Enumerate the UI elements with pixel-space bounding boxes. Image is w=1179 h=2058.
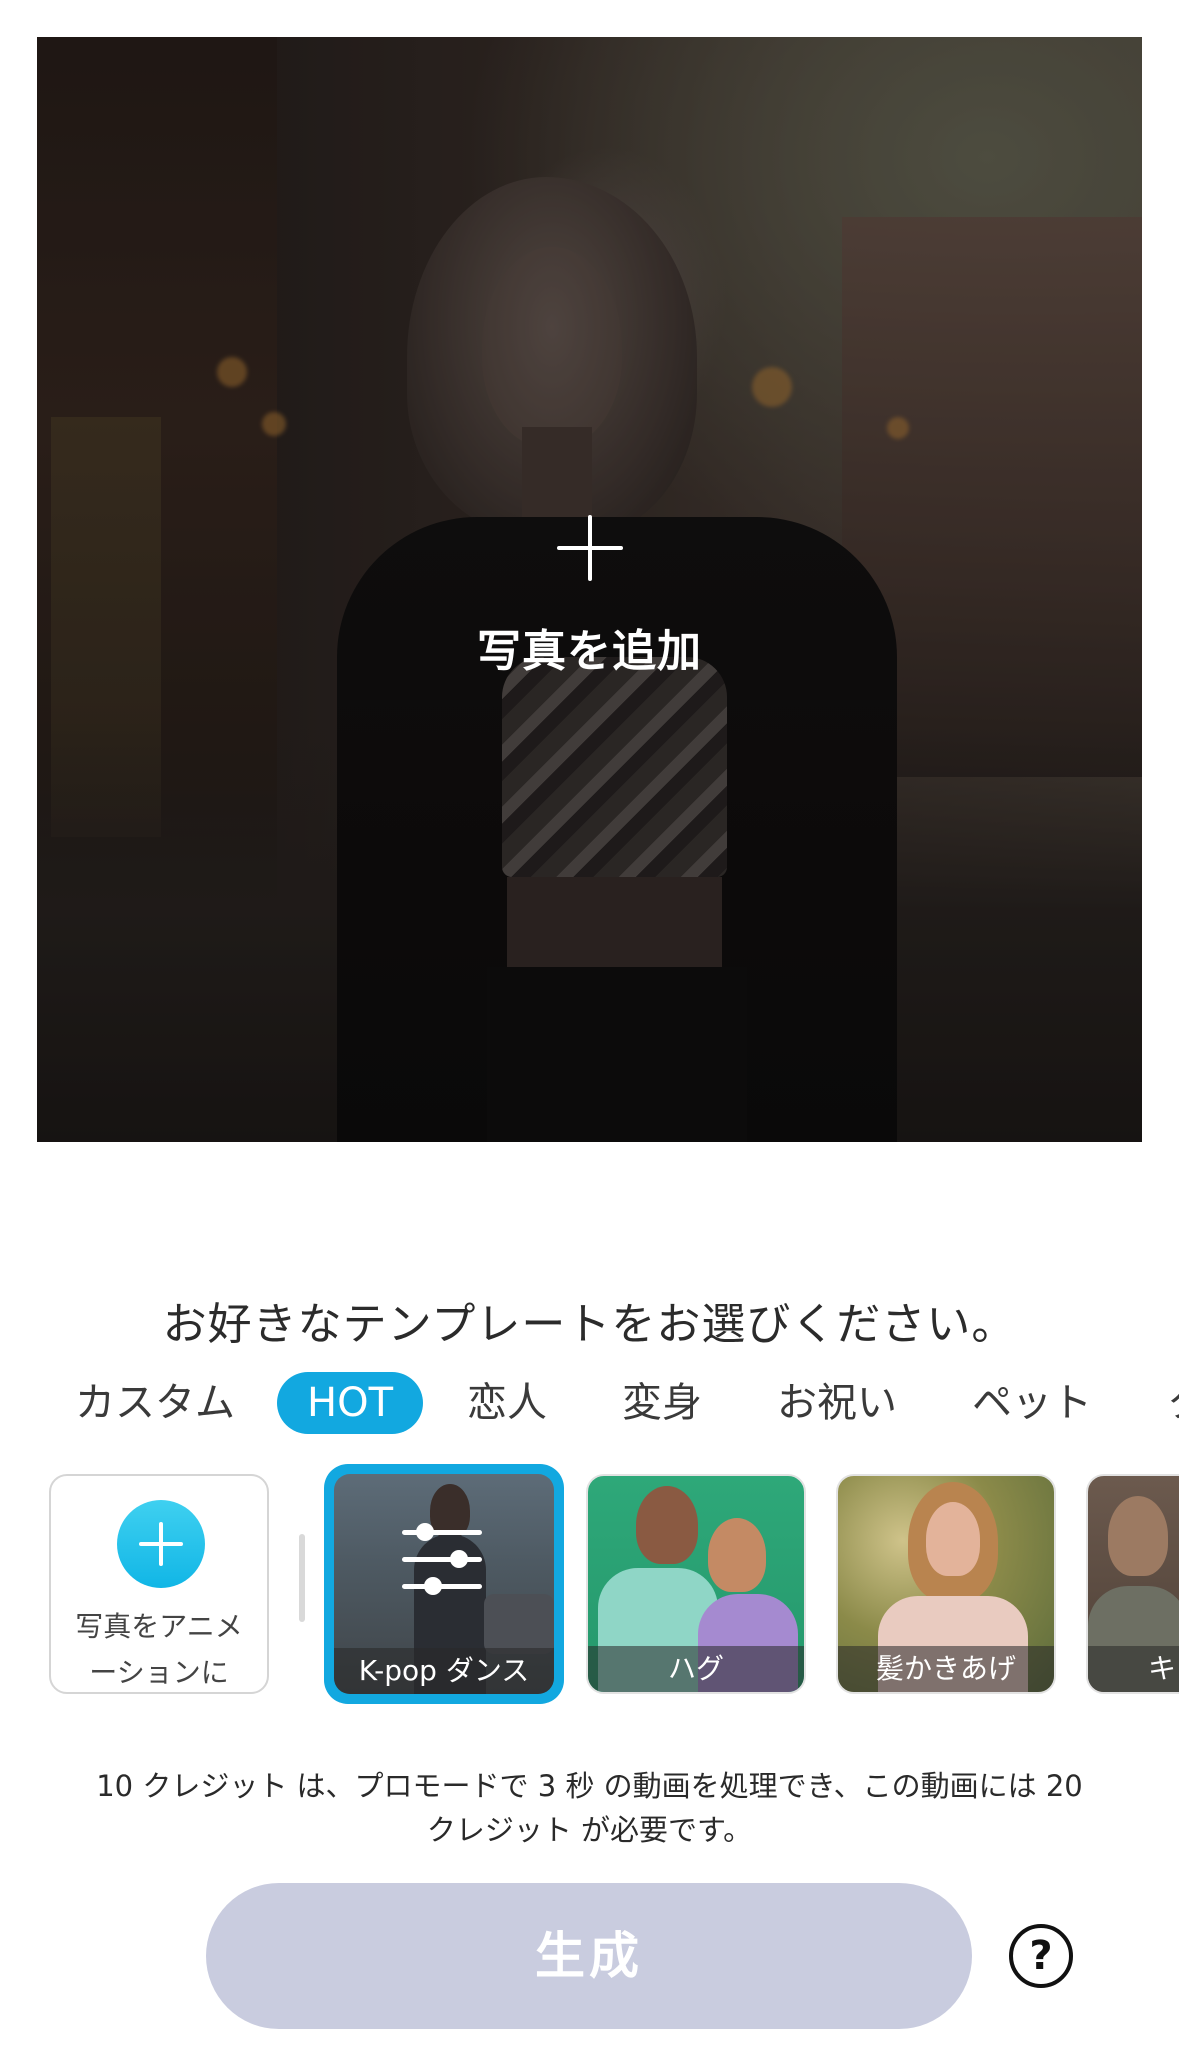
tab-pets[interactable]: ペット [972,1372,1092,1434]
thumbnail-car [484,1594,554,1654]
animate-photo-card[interactable]: 写真をアニメ ーションに [49,1474,269,1694]
template-label: ハグ [588,1646,804,1692]
tab-custom[interactable]: カスタム [75,1372,235,1434]
template-thumbnail: K-pop ダンス [334,1474,554,1694]
adjust-sliders-icon [402,1520,482,1600]
tab-hot[interactable]: HOT [277,1372,423,1434]
generate-button[interactable]: 生成 [206,1883,972,2029]
template-label: キ [1088,1646,1179,1692]
tab-celebration[interactable]: お祝い [777,1372,897,1434]
template-label: K-pop ダンス [334,1648,554,1694]
help-icon[interactable]: ? [1009,1924,1073,1988]
tab-more[interactable]: ク [1167,1372,1179,1434]
template-partial[interactable]: キ [1086,1474,1179,1694]
photo-upload-area[interactable]: 写真を追加 [37,37,1142,1142]
template-strip: 写真をアニメ ーションに K-pop ダンス ハグ 髪かきあげ キ [0,1462,1179,1712]
template-hug[interactable]: ハグ [586,1474,806,1694]
thumbnail-face [926,1502,980,1576]
category-tabs: カスタム HOT 恋人 変身 お祝い ペット ク [0,1372,1179,1442]
app-screen: 写真を追加 お好きなテンプレートをお選びください。 カスタム HOT 恋人 変身… [0,0,1179,2058]
template-prompt: お好きなテンプレートをお選びください。 [162,1299,1017,1350]
tab-lovers[interactable]: 恋人 [467,1372,547,1434]
credit-info: 10 クレジット は、プロモードで 3 秒 の動画を処理でき、この動画には 20… [96,1769,1083,1847]
add-photo-button[interactable]: 写真を追加 [37,515,1142,679]
add-photo-label: 写真を追加 [477,626,702,677]
template-label: 髪かきあげ [838,1646,1054,1692]
thumbnail-person [636,1486,698,1564]
add-circle-icon [117,1500,205,1588]
tab-transform[interactable]: 変身 [622,1372,702,1434]
thumbnail-face [1108,1496,1168,1576]
template-hair-flip[interactable]: 髪かきあげ [836,1474,1056,1694]
thumbnail-person [708,1518,766,1592]
plus-icon [556,515,623,581]
strip-divider [299,1534,305,1622]
template-kpop-dance[interactable]: K-pop ダンス [324,1464,564,1704]
animate-photo-label: 写真をアニメ ーションに [75,1610,243,1689]
